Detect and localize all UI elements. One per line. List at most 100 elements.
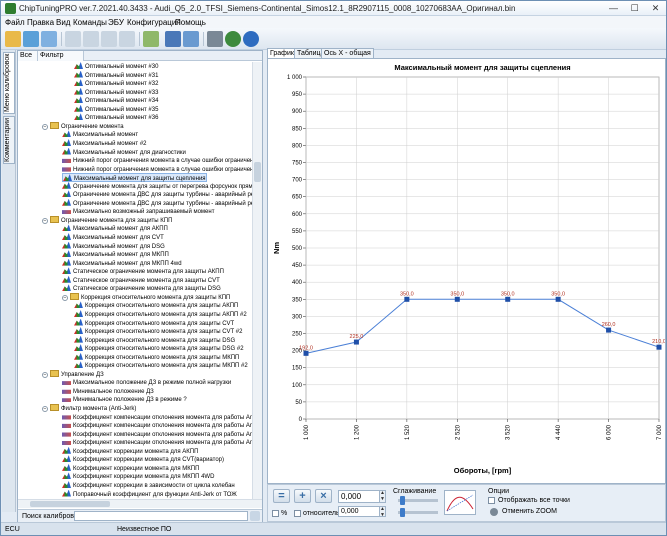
tree-vertical-scrollbar[interactable] [252,62,262,499]
collapse-icon[interactable]: − [42,123,48,130]
tree-folder[interactable]: − Ограничение момента [42,121,124,131]
undo-icon[interactable] [119,31,135,47]
tree-folder[interactable]: − Управление ДЗ [42,369,104,379]
smoothing-slider-2-knob[interactable] [400,508,405,517]
smoothing-slider-knob[interactable] [400,496,405,505]
collapse-icon[interactable]: − [42,371,48,378]
close-button[interactable]: ✕ [650,3,661,14]
tree-item[interactable]: Коррекция относительного момента для защ… [74,301,238,310]
tree-item[interactable]: Максимально возможный запрашиваемый моме… [62,207,214,216]
maximize-button[interactable]: ☐ [629,3,640,14]
tree-item[interactable]: Оптимальный момент #36 [74,113,158,122]
cancel-zoom-button[interactable]: Отменить ZOOM [488,506,558,518]
tree-item[interactable]: Оптимальный момент #31 [74,70,158,80]
tree-item[interactable]: Минимальное положение ДЗ в режиме ? [62,395,187,404]
menu-configuration[interactable]: Конфигурация [127,18,181,27]
tree-item[interactable]: Коррекция относительного момента для защ… [74,318,234,328]
compare-icon[interactable] [165,31,181,47]
value-input[interactable]: 0,000 [338,490,380,503]
save-icon[interactable] [23,31,39,47]
multiply-button[interactable]: × [315,489,332,503]
tree-item[interactable]: Коэффициент компенсации отклонения момен… [62,421,252,430]
relative-value-input[interactable]: 0,000 [338,506,380,517]
tree-item[interactable]: Коэффициент коррекции момента для АКПП [62,446,198,456]
copy-icon[interactable] [83,31,99,47]
menu-view[interactable]: Вид [56,18,70,27]
filter-tab-all[interactable]: Все [18,51,38,61]
calibration-icon[interactable] [183,31,199,47]
help-icon[interactable] [243,31,259,47]
tree-item[interactable]: Коэффициент компенсации отклонения момен… [62,438,252,447]
tree-item[interactable]: Статическое ограничение момента для защи… [62,284,221,293]
tree-item[interactable]: Коэффициент коррекции момента для МКПП 4… [62,472,214,481]
open-file-icon[interactable] [5,31,21,47]
tree-item[interactable]: Нижний порог ограничения момента в случа… [62,156,252,165]
tree-item[interactable]: Оптимальный момент #30 [74,62,158,71]
tree-item[interactable]: Максимальное положение ДЗ в режиме полно… [62,378,231,387]
tree-item[interactable]: Статическое ограничение момента для защи… [62,267,224,276]
web-icon[interactable] [225,31,241,47]
tree-item[interactable]: Коррекция относительного момента для защ… [74,361,248,370]
collapse-icon[interactable]: − [62,294,68,301]
save-as-icon[interactable] [41,31,57,47]
tree-item[interactable]: Минимальное положение ДЗ [62,387,154,396]
tree-item[interactable]: Коррекция относительного момента для защ… [74,352,239,362]
relative-checkbox[interactable] [294,510,301,517]
tree-hscroll-thumb[interactable] [30,501,110,507]
tree-item[interactable]: Максимальный момент для АКПП [62,224,168,233]
tree-folder[interactable]: − Фильтр момента (Anti-Jerk) [42,404,136,413]
tree-item[interactable]: Коэффициент коррекции момента для CVT(ва… [62,455,224,464]
tree-folder[interactable]: − Ограничение момента для защиты КПП [42,215,172,225]
search-input[interactable] [74,511,248,521]
menu-ecu[interactable]: ЭБУ [108,18,124,27]
tree-item[interactable]: Оптимальный момент #34 [74,96,158,105]
add-button[interactable]: + [294,489,311,503]
cut-icon[interactable] [65,31,81,47]
tree-item[interactable]: Максимальный момент [62,130,138,139]
tab-x-axis-common[interactable]: Ось X - общая [321,48,374,58]
collapse-icon[interactable]: − [42,217,48,224]
paste-icon[interactable] [101,31,117,47]
tree-item[interactable]: Коэффициент компенсации отклонения момен… [62,430,252,439]
collapse-icon[interactable]: − [42,406,48,412]
tree-item[interactable]: Максимальный момент для МКПП [62,250,169,259]
chart-area[interactable]: Максимальный момент для защиты сцепления… [267,58,666,484]
tree-item[interactable]: Ограничение момента ДВС для защиты турби… [62,198,252,208]
tree-item[interactable]: Поправочный коэффициент для функции Anti… [62,489,237,499]
tab-comments[interactable]: Комментарии [3,116,15,164]
tree-item[interactable]: Нижний порог ограничения момента в случа… [62,165,252,174]
tree-item[interactable]: Коррекция относительного момента для защ… [74,335,235,345]
tree-item[interactable]: Максимальный момент для диагностики [62,147,186,157]
menu-file[interactable]: Файл [5,18,25,27]
tree-folder[interactable]: − Коррекция относительного момента для за… [62,292,230,302]
tree-item[interactable]: Максимальный момент для DSG [62,241,165,251]
tree-item[interactable]: Коррекция относительного момента для защ… [74,309,247,319]
value-spinner[interactable] [379,490,386,503]
show-all-points-checkbox[interactable] [488,497,495,504]
tree-item[interactable]: Статическое ограничение момента для защи… [62,275,220,285]
minimize-button[interactable]: — [608,3,619,14]
tree-item[interactable]: Оптимальный момент #35 [74,104,158,114]
menu-commands[interactable]: Команды [73,18,107,27]
tree-item[interactable]: Коррекция относительного момента для защ… [74,344,244,353]
tree-item[interactable]: Максимальный момент для защиты сцепления [62,173,207,182]
menu-edit[interactable]: Правка [27,18,54,27]
tree-item[interactable]: Максимальный момент для CVT [62,233,164,242]
torque-chart[interactable]: Максимальный момент для защиты сцепления… [268,59,666,483]
tree-item[interactable]: Коррекция относительного момента для защ… [74,327,242,336]
tree-item[interactable]: Максимальный момент для МКПП 4wd [62,258,182,268]
equal-button[interactable]: = [273,489,290,503]
tree-scroll-thumb[interactable] [254,162,261,182]
tree-item[interactable]: Коэффициент коррекции момента для МКПП [62,463,199,473]
relative-value-spinner[interactable] [379,506,386,518]
menu-help[interactable]: Помощь [175,18,206,27]
checksum-icon[interactable] [143,31,159,47]
tree-item[interactable]: Ограничение момента ДВС для защиты турби… [62,190,252,199]
tree-item[interactable]: Коэффициент коррекции в зависимости от ц… [62,480,235,490]
filter-tab-filter[interactable]: Фильтр [38,51,84,61]
tree-item[interactable]: Коэффициент компенсации отклонения момен… [62,413,252,422]
tree-item[interactable]: Максимальный момент #2 [62,138,147,148]
search-icon[interactable] [250,511,260,521]
tree-item[interactable]: Ограничение момента для защиты от перегр… [62,181,252,191]
tree-item[interactable]: Оптимальный момент #32 [74,79,158,88]
